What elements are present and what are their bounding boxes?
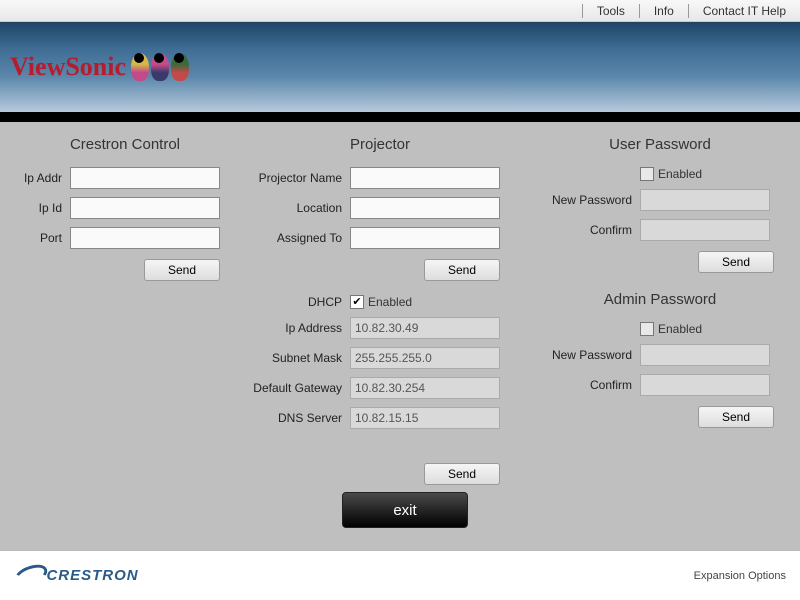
port-input[interactable] [70, 227, 220, 249]
ip-address-input [350, 317, 500, 339]
subnet-input [350, 347, 500, 369]
admin-enabled-label: Enabled [658, 322, 702, 336]
nav-info[interactable]: Info [640, 4, 688, 18]
dhcp-label: DHCP [240, 295, 350, 309]
admin-password-title: Admin Password [540, 291, 780, 308]
user-confirm-label: Confirm [540, 223, 640, 237]
port-label: Port [20, 231, 70, 245]
crestron-swoosh-icon [12, 561, 50, 590]
expansion-options-link[interactable]: Expansion Options [694, 570, 786, 582]
ip-addr-label: Ip Addr [20, 171, 70, 185]
crestron-logo: CRESTRON [14, 566, 139, 584]
banner: ViewSonic [0, 22, 800, 112]
crestron-section: Crestron Control Ip Addr Ip Id Port Send [20, 132, 230, 495]
projector-name-label: Projector Name [240, 171, 350, 185]
dhcp-enabled-label: Enabled [368, 295, 412, 309]
projector-section: Projector Projector Name Location Assign… [240, 132, 520, 495]
user-enabled-checkbox[interactable] [640, 167, 654, 181]
brand-logo-icon [130, 53, 190, 81]
projector-title: Projector [240, 136, 520, 153]
nav-contact[interactable]: Contact IT Help [689, 4, 800, 18]
nav-tools[interactable]: Tools [583, 4, 639, 18]
admin-password-send-button[interactable]: Send [698, 406, 774, 428]
ip-addr-input[interactable] [70, 167, 220, 189]
projector-name-input[interactable] [350, 167, 500, 189]
brand-logo-text: ViewSonic [10, 52, 126, 82]
dhcp-checkbox[interactable] [350, 295, 364, 309]
admin-confirm-input[interactable] [640, 374, 770, 396]
user-password-title: User Password [540, 136, 780, 153]
user-new-password-input[interactable] [640, 189, 770, 211]
ip-id-label: Ip Id [20, 201, 70, 215]
admin-new-password-input[interactable] [640, 344, 770, 366]
main-panel: Crestron Control Ip Addr Ip Id Port Send… [0, 122, 800, 550]
user-confirm-input[interactable] [640, 219, 770, 241]
projector-send-button[interactable]: Send [424, 259, 500, 281]
ip-address-label: Ip Address [240, 321, 350, 335]
admin-new-password-label: New Password [540, 348, 640, 362]
ip-id-input[interactable] [70, 197, 220, 219]
network-send-button[interactable]: Send [424, 463, 500, 485]
top-nav: Tools Info Contact IT Help [0, 0, 800, 22]
location-label: Location [240, 201, 350, 215]
gateway-input [350, 377, 500, 399]
crestron-send-button[interactable]: Send [144, 259, 220, 281]
user-new-password-label: New Password [540, 193, 640, 207]
crestron-logo-text: CRESTRON [46, 567, 138, 584]
password-section: User Password Enabled New Password Confi… [540, 132, 780, 495]
footer: CRESTRON Expansion Options [0, 550, 800, 600]
dns-label: DNS Server [240, 411, 350, 425]
admin-enabled-checkbox[interactable] [640, 322, 654, 336]
admin-confirm-label: Confirm [540, 378, 640, 392]
user-enabled-label: Enabled [658, 167, 702, 181]
subnet-label: Subnet Mask [240, 351, 350, 365]
gateway-label: Default Gateway [240, 381, 350, 395]
assigned-input[interactable] [350, 227, 500, 249]
crestron-title: Crestron Control [20, 136, 230, 153]
dns-input [350, 407, 500, 429]
exit-button[interactable]: exit [342, 492, 468, 528]
user-password-send-button[interactable]: Send [698, 251, 774, 273]
location-input[interactable] [350, 197, 500, 219]
assigned-label: Assigned To [240, 231, 350, 245]
divider-bar [0, 112, 800, 122]
